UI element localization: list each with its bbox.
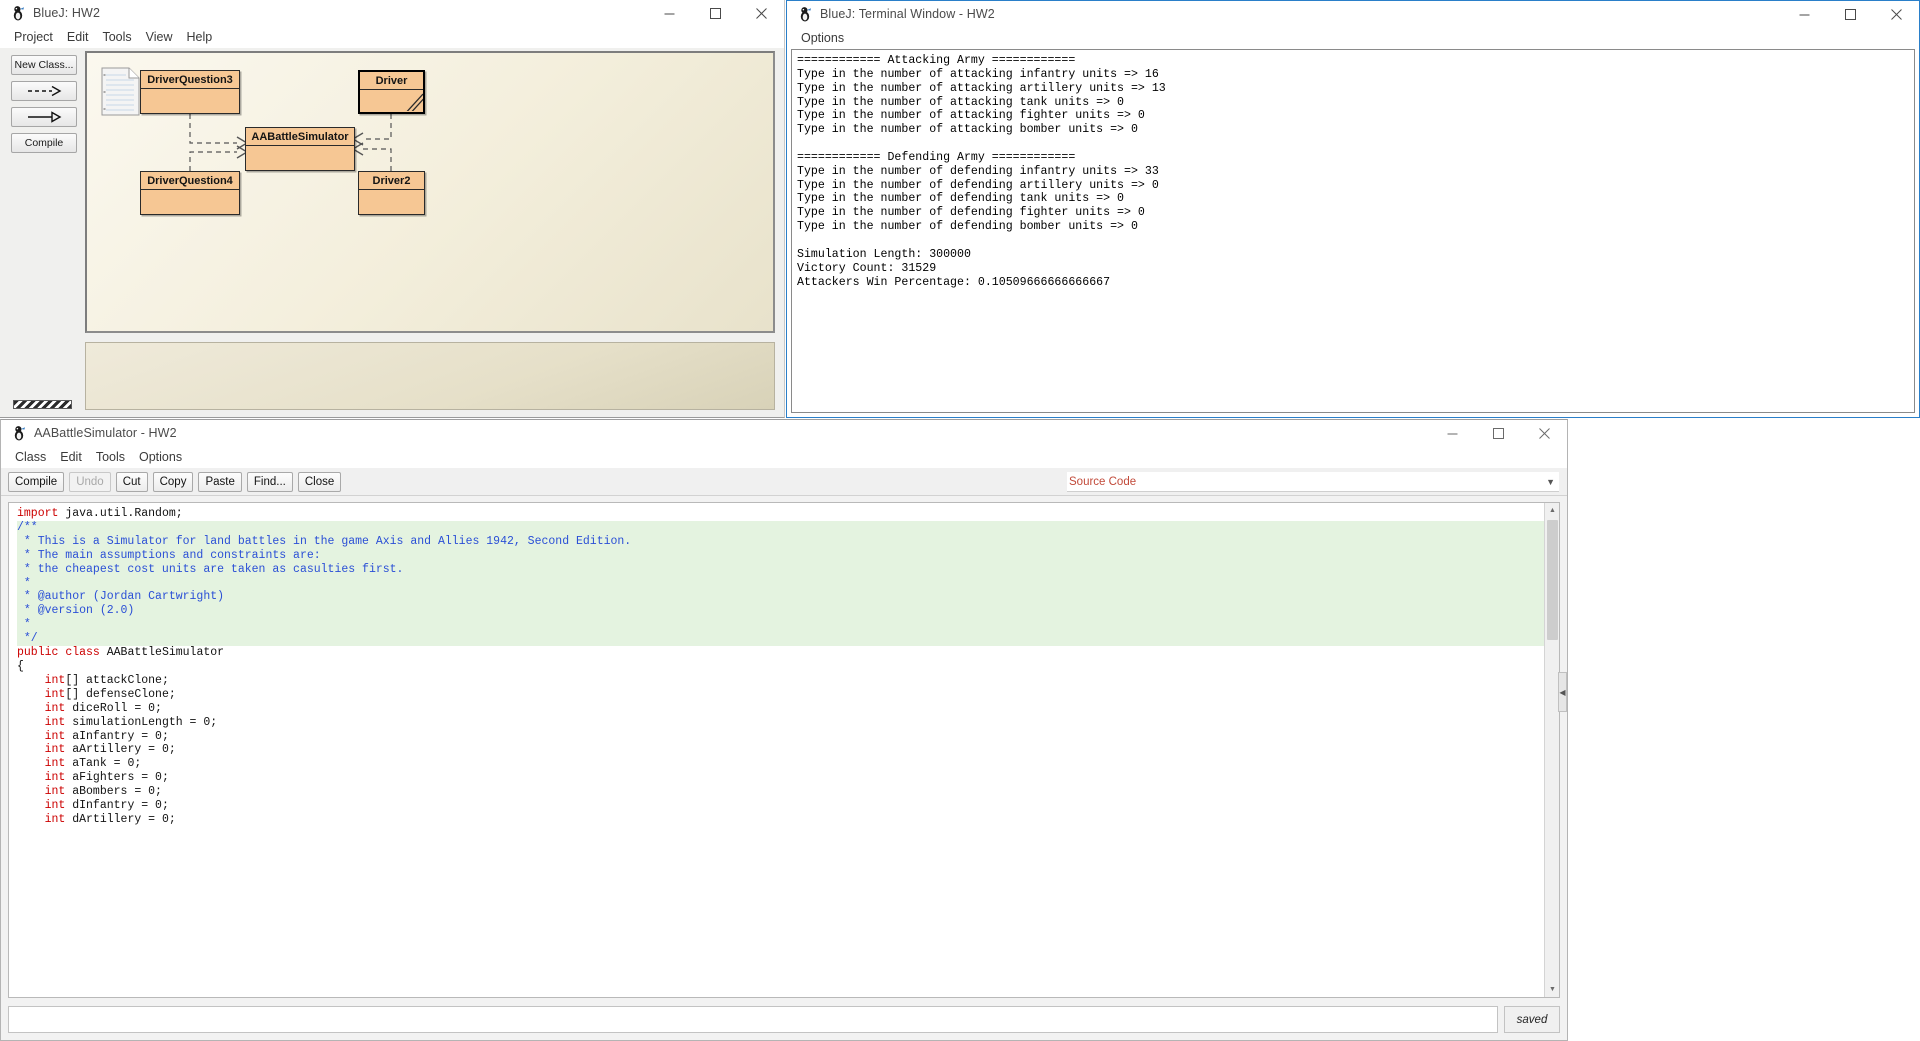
bluej-main-window: BlueJ: HW2 Project Edit Tools View Help [0, 0, 785, 418]
code-scroll-viewport[interactable]: import java.util.Random; /** * This is a… [9, 503, 1544, 997]
view-mode-value: Source Code [1069, 475, 1137, 488]
scroll-down-icon[interactable]: ▼ [1545, 982, 1559, 997]
close-editor-button[interactable]: Close [297, 471, 342, 492]
menu-tools[interactable]: Tools [89, 448, 132, 466]
uml-class-aabattlesimulator[interactable]: AABattleSimulator [245, 127, 355, 171]
project-status-panel [85, 342, 775, 410]
uml-class-name: Driver2 [359, 172, 424, 190]
new-class-button[interactable]: New Class... [11, 55, 77, 75]
status-message-field [8, 1006, 1498, 1033]
terminal-menubar: Options [787, 27, 1919, 49]
terminal-output-area[interactable]: ============ Attacking Army ============… [791, 49, 1915, 413]
uml-class-driverquestion3[interactable]: DriverQuestion3 [140, 70, 240, 114]
uml-class-body [360, 90, 423, 111]
inheritance-arrow-button[interactable] [11, 107, 77, 127]
menu-edit[interactable]: Edit [53, 448, 89, 466]
menu-help[interactable]: Help [180, 28, 220, 46]
view-mode-select[interactable]: Source Code ▼ [1067, 472, 1559, 492]
main-menubar: Project Edit Tools View Help [0, 26, 784, 48]
uml-class-driverquestion4[interactable]: DriverQuestion4 [140, 171, 240, 215]
maximize-button[interactable] [1827, 1, 1873, 27]
scrollbar-thumb[interactable] [1547, 520, 1558, 640]
find-button[interactable]: Find... [246, 471, 293, 492]
maximize-button[interactable] [1475, 420, 1521, 446]
diagram-column: DriverQuestion3 Driver AABattleSimulator… [85, 48, 784, 417]
bluej-logo-icon [10, 424, 28, 442]
editor-menubar: Class Edit Tools Options [1, 446, 1567, 468]
compile-button[interactable]: Compile [11, 133, 77, 153]
minimize-button[interactable] [1429, 420, 1475, 446]
menu-options[interactable]: Options [132, 448, 189, 466]
uml-class-name: AABattleSimulator [246, 128, 354, 146]
terminal-window: BlueJ: Terminal Window - HW2 Options ===… [786, 0, 1920, 418]
bluej-logo-icon [796, 5, 814, 23]
menu-options[interactable]: Options [794, 29, 851, 47]
uml-class-name: Driver [360, 72, 423, 90]
editor-titlebar: AABattleSimulator - HW2 [1, 420, 1567, 446]
scroll-up-icon[interactable]: ▲ [1545, 503, 1559, 518]
project-toolbar: New Class... Compile [0, 48, 85, 417]
undo-button: Undo [69, 471, 111, 492]
dependency-arrow-button[interactable] [11, 81, 77, 101]
terminal-window-controls [1781, 1, 1919, 27]
menu-edit[interactable]: Edit [60, 28, 96, 46]
close-button[interactable] [1873, 1, 1919, 27]
code-text[interactable]: import java.util.Random; /** * This is a… [9, 507, 1544, 827]
main-window-controls [646, 0, 784, 26]
collapse-panel-icon[interactable]: ◀ [1558, 672, 1567, 712]
uml-class-body [141, 89, 239, 112]
uml-class-driver[interactable]: Driver [358, 70, 425, 114]
editor-window: AABattleSimulator - HW2 Class Edit Tools… [0, 419, 1568, 1041]
code-vertical-scrollbar[interactable]: ▲ ▼ [1544, 503, 1559, 997]
terminal-titlebar: BlueJ: Terminal Window - HW2 [787, 1, 1919, 27]
class-diagram-canvas[interactable]: DriverQuestion3 Driver AABattleSimulator… [85, 51, 775, 333]
copy-button[interactable]: Copy [152, 471, 194, 492]
close-button[interactable] [738, 0, 784, 26]
paste-button[interactable]: Paste [198, 471, 242, 492]
bluej-logo-icon [9, 4, 27, 22]
editor-window-controls [1429, 420, 1567, 446]
compile-button[interactable]: Compile [8, 471, 65, 492]
minimize-button[interactable] [1781, 1, 1827, 27]
uml-class-name: DriverQuestion4 [141, 172, 239, 190]
main-window-title: BlueJ: HW2 [33, 6, 100, 20]
uml-class-body [141, 190, 239, 213]
editor-window-title: AABattleSimulator - HW2 [34, 426, 177, 440]
uml-class-body [246, 146, 354, 169]
menu-view[interactable]: View [139, 28, 180, 46]
uml-class-body [359, 190, 424, 213]
saved-indicator: saved [1504, 1006, 1560, 1033]
progress-hatch-bar [13, 400, 72, 409]
terminal-window-title: BlueJ: Terminal Window - HW2 [820, 7, 995, 21]
cut-button[interactable]: Cut [115, 471, 148, 492]
menu-project[interactable]: Project [7, 28, 60, 46]
terminal-output-text: ============ Attacking Army ============… [797, 54, 1166, 289]
minimize-button[interactable] [646, 0, 692, 26]
maximize-button[interactable] [692, 0, 738, 26]
editor-status-bar: saved [8, 1006, 1560, 1033]
source-code-editor[interactable]: import java.util.Random; /** * This is a… [8, 502, 1560, 998]
uml-class-name: DriverQuestion3 [141, 71, 239, 89]
close-button[interactable] [1521, 420, 1567, 446]
uml-class-driver2[interactable]: Driver2 [358, 171, 425, 215]
main-window-body: New Class... Compile DriverQuestion3 Dri… [0, 48, 784, 417]
uncompiled-stripes-icon [406, 93, 423, 111]
menu-tools[interactable]: Tools [95, 28, 138, 46]
chevron-down-icon[interactable]: ▼ [1546, 477, 1555, 487]
main-titlebar: BlueJ: HW2 [0, 0, 784, 26]
menu-class[interactable]: Class [8, 448, 53, 466]
